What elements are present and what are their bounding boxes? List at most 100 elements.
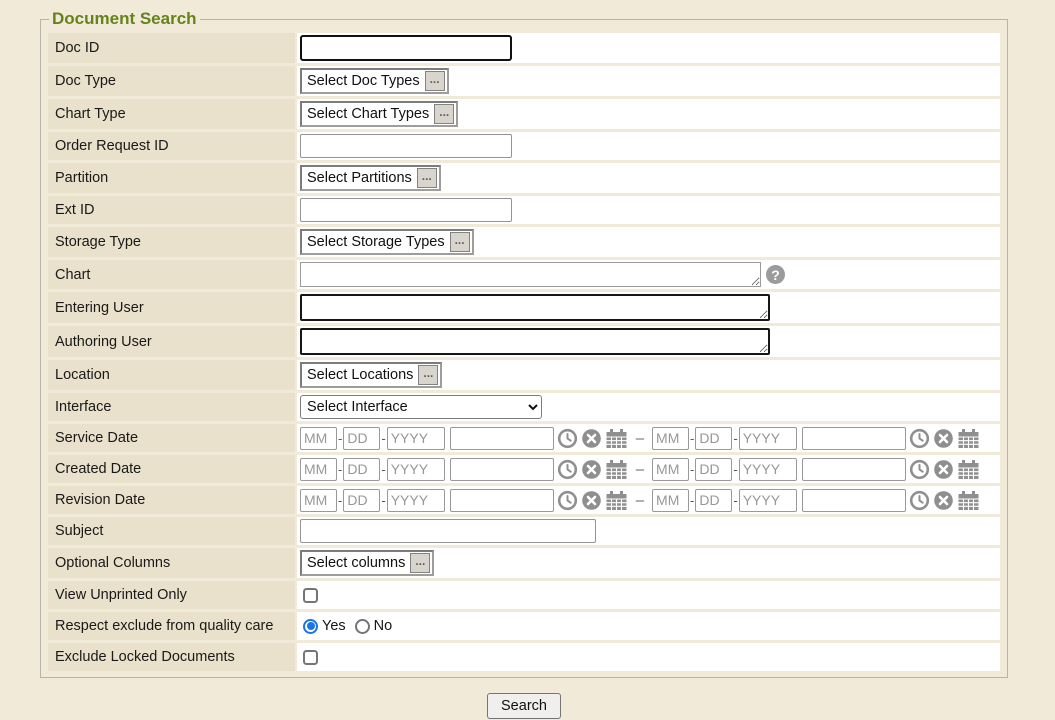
quality-care-radio-no[interactable] xyxy=(355,619,370,634)
clear-icon[interactable] xyxy=(933,428,954,449)
document-search-fieldset: Document Search Doc ID Doc Type Select D… xyxy=(40,9,1008,678)
partition-picker[interactable]: Select Partitions ... xyxy=(300,165,441,191)
view-unprinted-label: View Unprinted Only xyxy=(48,581,295,609)
created-end-time-input[interactable] xyxy=(802,458,906,481)
form-row-revision-date: Revision Date - - – - - xyxy=(48,486,1000,514)
interface-select[interactable]: Select Interface xyxy=(300,395,542,419)
revision-end-month-input[interactable] xyxy=(652,489,689,512)
date-range-separator: – xyxy=(636,430,644,447)
created-start-year-input[interactable] xyxy=(387,458,445,481)
exclude-locked-checkbox[interactable] xyxy=(303,650,318,665)
clock-icon[interactable] xyxy=(557,459,578,480)
location-picker[interactable]: Select Locations ... xyxy=(300,362,442,388)
calendar-icon[interactable] xyxy=(957,490,980,511)
interface-label: Interface xyxy=(48,393,295,421)
clear-icon[interactable] xyxy=(581,459,602,480)
revision-start-time-input[interactable] xyxy=(450,489,554,512)
revision-start-day-input[interactable] xyxy=(343,489,380,512)
created-end-day-input[interactable] xyxy=(695,458,732,481)
partition-ellipsis-button[interactable]: ... xyxy=(417,168,437,188)
doc-id-input[interactable] xyxy=(300,35,512,61)
service-end-month-input[interactable] xyxy=(652,427,689,450)
calendar-icon[interactable] xyxy=(605,428,628,449)
clock-icon[interactable] xyxy=(557,428,578,449)
date-separator: - xyxy=(733,493,737,508)
quality-care-radio-no-label: No xyxy=(374,618,393,634)
form-row-view-unprinted: View Unprinted Only xyxy=(48,581,1000,609)
form-row-subject: Subject xyxy=(48,517,1000,545)
created-start-day-input[interactable] xyxy=(343,458,380,481)
subject-label: Subject xyxy=(48,517,295,545)
date-separator: - xyxy=(690,462,694,477)
calendar-icon[interactable] xyxy=(605,490,628,511)
calendar-icon[interactable] xyxy=(605,459,628,480)
quality-care-radio-yes-label: Yes xyxy=(322,618,346,634)
revision-end-time-input[interactable] xyxy=(802,489,906,512)
service-start-month-input[interactable] xyxy=(300,427,337,450)
form-row-partition: Partition Select Partitions ... xyxy=(48,163,1000,193)
chart-label: Chart xyxy=(48,260,295,289)
doc-type-picker-label: Select Doc Types xyxy=(307,73,425,89)
chart-type-ellipsis-button[interactable]: ... xyxy=(434,104,454,124)
view-unprinted-checkbox[interactable] xyxy=(303,588,318,603)
doc-type-ellipsis-button[interactable]: ... xyxy=(425,71,445,91)
created-start-month-input[interactable] xyxy=(300,458,337,481)
form-row-chart-type: Chart Type Select Chart Types ... xyxy=(48,99,1000,129)
partition-picker-label: Select Partitions xyxy=(307,170,417,186)
page-title: Document Search xyxy=(49,9,200,29)
form-row-optional-columns: Optional Columns Select columns ... xyxy=(48,548,1000,578)
storage-type-picker[interactable]: Select Storage Types ... xyxy=(300,229,474,255)
date-separator: - xyxy=(690,493,694,508)
order-request-id-input[interactable] xyxy=(300,134,512,158)
doc-type-picker[interactable]: Select Doc Types ... xyxy=(300,68,449,94)
revision-start-year-input[interactable] xyxy=(387,489,445,512)
date-separator: - xyxy=(381,462,385,477)
chart-textarea[interactable] xyxy=(300,262,761,287)
clear-icon[interactable] xyxy=(581,490,602,511)
revision-start-month-input[interactable] xyxy=(300,489,337,512)
service-end-time-input[interactable] xyxy=(802,427,906,450)
clear-icon[interactable] xyxy=(933,490,954,511)
storage-type-label: Storage Type xyxy=(48,227,295,257)
form-row-chart: Chart ? xyxy=(48,260,1000,289)
help-icon[interactable]: ? xyxy=(766,265,785,284)
service-start-year-input[interactable] xyxy=(387,427,445,450)
entering-user-label: Entering User xyxy=(48,292,295,323)
clock-icon[interactable] xyxy=(557,490,578,511)
service-date-label: Service Date xyxy=(48,424,295,452)
created-end-year-input[interactable] xyxy=(739,458,797,481)
chart-type-picker[interactable]: Select Chart Types ... xyxy=(300,101,458,127)
clear-icon[interactable] xyxy=(581,428,602,449)
authoring-user-textarea[interactable] xyxy=(300,328,770,355)
date-separator: - xyxy=(381,493,385,508)
service-end-day-input[interactable] xyxy=(695,427,732,450)
revision-end-day-input[interactable] xyxy=(695,489,732,512)
calendar-icon[interactable] xyxy=(957,428,980,449)
created-start-time-input[interactable] xyxy=(450,458,554,481)
date-separator: - xyxy=(733,462,737,477)
optional-columns-ellipsis-button[interactable]: ... xyxy=(410,553,430,573)
date-separator: - xyxy=(733,431,737,446)
storage-type-ellipsis-button[interactable]: ... xyxy=(450,232,470,252)
form-row-authoring-user: Authoring User xyxy=(48,326,1000,357)
location-label: Location xyxy=(48,360,295,390)
calendar-icon[interactable] xyxy=(957,459,980,480)
ext-id-input[interactable] xyxy=(300,198,512,222)
service-start-day-input[interactable] xyxy=(343,427,380,450)
clock-icon[interactable] xyxy=(909,428,930,449)
subject-input[interactable] xyxy=(300,519,596,543)
clock-icon[interactable] xyxy=(909,459,930,480)
clear-icon[interactable] xyxy=(933,459,954,480)
form-row-exclude-locked: Exclude Locked Documents xyxy=(48,643,1000,671)
revision-end-year-input[interactable] xyxy=(739,489,797,512)
entering-user-textarea[interactable] xyxy=(300,294,770,321)
clock-icon[interactable] xyxy=(909,490,930,511)
optional-columns-picker[interactable]: Select columns ... xyxy=(300,550,434,576)
search-button[interactable]: Search xyxy=(487,693,561,719)
location-ellipsis-button[interactable]: ... xyxy=(418,365,438,385)
quality-care-radio-yes[interactable] xyxy=(303,619,318,634)
service-start-time-input[interactable] xyxy=(450,427,554,450)
created-end-month-input[interactable] xyxy=(652,458,689,481)
location-picker-label: Select Locations xyxy=(307,367,418,383)
service-end-year-input[interactable] xyxy=(739,427,797,450)
